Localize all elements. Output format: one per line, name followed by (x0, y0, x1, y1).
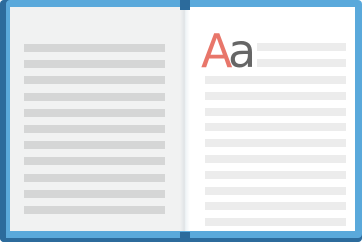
text-line (24, 141, 165, 150)
text-line (205, 218, 346, 227)
text-line (257, 43, 346, 51)
text-line (205, 202, 346, 211)
text-line (24, 206, 165, 214)
glyph-lowercase-a: a (228, 24, 257, 78)
text-line (205, 186, 346, 195)
text-line (24, 125, 165, 133)
text-line (205, 155, 346, 163)
spine-notch-bottom (180, 232, 190, 242)
book-illustration: A a (0, 0, 362, 242)
text-line (24, 60, 165, 69)
text-line (24, 157, 165, 166)
text-line (24, 189, 165, 198)
book-spine (180, 7, 190, 231)
text-line (205, 91, 346, 100)
text-line (205, 123, 346, 132)
text-line (24, 108, 165, 117)
spine-notch-top (180, 0, 190, 10)
text-line (24, 76, 165, 85)
text-line (24, 173, 165, 182)
text-line (24, 44, 165, 52)
text-line (205, 170, 346, 179)
text-line (205, 107, 346, 116)
text-line (24, 92, 165, 101)
text-line (257, 59, 346, 68)
text-line (205, 139, 346, 148)
